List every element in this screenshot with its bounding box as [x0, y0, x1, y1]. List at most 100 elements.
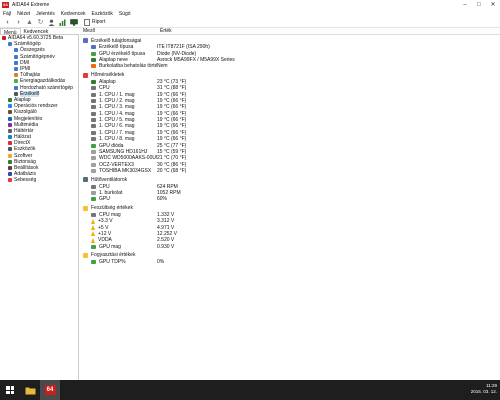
back-icon[interactable]: ‹ — [3, 18, 12, 27]
sensor-label: CPU — [99, 85, 110, 92]
toolbar: ‹ › ▲ ↻ Riport — [0, 17, 500, 28]
sensor-field: TOSHIBA MK3034GSX — [80, 168, 157, 174]
report-button[interactable]: Riport — [84, 18, 105, 26]
sensor-row[interactable]: GPU 60% — [80, 196, 500, 202]
minimize-button[interactable]: – — [458, 0, 472, 10]
tree-item-label: Érzékelő — [20, 90, 40, 97]
tree-item-sebesseg[interactable]: Sebesség — [0, 177, 78, 183]
tree-item-label: Megjelenítés — [14, 115, 43, 122]
sensor-label: Érzékelő típusa — [99, 44, 134, 51]
sensor-icon — [91, 64, 96, 69]
menu-report[interactable]: Jelentés — [36, 11, 55, 17]
tree-item-label: Számítógépnév — [20, 53, 55, 60]
sensor-value: Asrock M5A99FX / M5A99X Series — [157, 56, 235, 63]
tree-item-label: Eszközök — [14, 146, 36, 153]
sensor-label: 1. CPU / 7. mag — [99, 129, 135, 136]
report-icon — [84, 18, 90, 26]
system-clock[interactable]: 11:29 2016. 03. 12. — [471, 383, 497, 395]
sensor-label: VDDA — [98, 237, 112, 244]
menu-favorites[interactable]: Kedvencek — [61, 11, 86, 17]
section-header: Hőmérsékletek — [80, 72, 500, 79]
tab-menu[interactable]: Menü — [0, 28, 21, 36]
sensor-field: CPU — [80, 184, 157, 190]
window-title: AIDA64 Extreme — [12, 2, 50, 8]
tree-item-icon — [14, 48, 18, 53]
user-icon[interactable] — [47, 18, 56, 27]
sensor-field: WDC WD5000AAKS-00UU3A0 — [80, 155, 157, 161]
sensor-field: 1. CPU / 6. mag — [80, 123, 157, 129]
sensor-field: VDDA — [80, 237, 157, 243]
tree-item-icon — [8, 135, 12, 140]
tree-item-label: DirectX — [14, 140, 31, 147]
sensor-label: SAMSUNG HD161HJ — [99, 149, 148, 156]
column-header-value[interactable]: Érték — [157, 28, 172, 34]
forward-icon[interactable]: › — [14, 18, 23, 27]
monitor-icon[interactable] — [69, 18, 78, 27]
sensor-icon — [91, 57, 96, 62]
section-header: Fogyasztási értékek — [80, 252, 500, 259]
sensor-icon — [91, 118, 96, 123]
warning-icon — [91, 225, 95, 231]
sensor-icon — [91, 150, 96, 155]
tree-item-icon — [2, 36, 6, 41]
refresh-icon[interactable]: ↻ — [36, 18, 45, 27]
tree-item-label: Túlhajtás — [20, 72, 41, 79]
section-feszultseg-ertekek: Feszültség értékek CPU mag 1.332 V +3.3 V 3.… — [80, 205, 500, 250]
tree-item-icon — [8, 178, 12, 183]
sensor-icon — [91, 111, 96, 116]
sensor-value: 19 °C (66 °F) — [157, 104, 187, 111]
warning-icon — [91, 231, 95, 237]
tree-item-icon — [8, 104, 12, 109]
tree-item-label: Operációs rendszer — [14, 103, 58, 110]
sensor-value: 31 °C (88 °F) — [157, 85, 187, 92]
sensor-icon — [91, 184, 96, 189]
up-icon[interactable]: ▲ — [25, 18, 34, 27]
sensor-icon — [91, 98, 96, 103]
column-header-field[interactable]: Mező — [80, 28, 157, 34]
menu-help[interactable]: Súgó — [119, 11, 131, 17]
tree-item-icon — [8, 159, 12, 164]
taskbar-aida64-app[interactable]: 64 — [40, 380, 60, 400]
sensor-label: +3.3 V — [98, 218, 113, 225]
start-button[interactable] — [0, 380, 20, 400]
sensor-label: OCZ-VERTEX3 — [99, 161, 134, 168]
tab-favorites[interactable]: Kedvencek — [21, 28, 52, 35]
maximize-button[interactable]: □ — [472, 0, 486, 10]
sensor-row[interactable]: GPU TDP% 0% — [80, 259, 500, 265]
left-panel-tabs: Menü Kedvencek — [0, 28, 79, 36]
folder-icon — [25, 387, 35, 394]
sensor-value: 12.252 V — [157, 230, 178, 237]
section-icon — [83, 177, 88, 183]
taskbar-folder-app[interactable] — [20, 380, 40, 400]
menu-view[interactable]: Nézet — [17, 11, 30, 17]
sensor-row[interactable]: Burkolatba behatolás történt Nem — [80, 63, 500, 69]
menu-file[interactable]: Fájl — [3, 11, 11, 17]
tree-item-icon — [8, 116, 12, 121]
close-button[interactable]: ✕ — [486, 0, 500, 10]
sensor-row[interactable]: TOSHIBA MK3034GSX 20 °C (68 °F) — [80, 168, 500, 174]
menu-tools[interactable]: Eszközök — [92, 11, 113, 17]
sensor-value: 19 °C (66 °F) — [157, 97, 187, 104]
section-hutoventilatorok: Hűtőventilátorok CPU 624 RPM 1. burkolat 105… — [80, 176, 500, 202]
clock-date: 2016. 03. 12. — [470, 389, 497, 394]
section-header: Feszültség értékek — [80, 205, 500, 212]
sensor-value: 25 °C (77 °F) — [157, 142, 187, 149]
sensor-icon — [91, 105, 96, 110]
tree-item-label: Háttértár — [14, 127, 34, 134]
sensor-row[interactable]: GPU mag 0.930 V — [80, 244, 500, 250]
sensor-label: WDC WD5000AAKS-00UU3A0 — [99, 155, 157, 162]
sensor-icon — [91, 51, 96, 56]
sensor-field: 1. CPU / 4. mag — [80, 111, 157, 117]
section-title: Feszültség értékek — [91, 205, 133, 212]
sensor-field: GPU TDP% — [80, 259, 157, 265]
tree-item-label: Hordozható számítógép — [20, 84, 74, 91]
aida64-app-icon: 64 — [2, 2, 9, 8]
sensor-field: GPU mag — [80, 244, 157, 250]
chart-icon[interactable] — [58, 18, 67, 27]
sensor-value: 2.520 V — [157, 237, 175, 244]
tree-item-icon — [14, 91, 18, 96]
sensor-value: 4.971 V — [157, 224, 175, 231]
section-icon — [83, 38, 88, 43]
sensor-field: SAMSUNG HD161HJ — [80, 149, 157, 155]
sensor-label: TOSHIBA MK3034GSX — [99, 168, 152, 175]
